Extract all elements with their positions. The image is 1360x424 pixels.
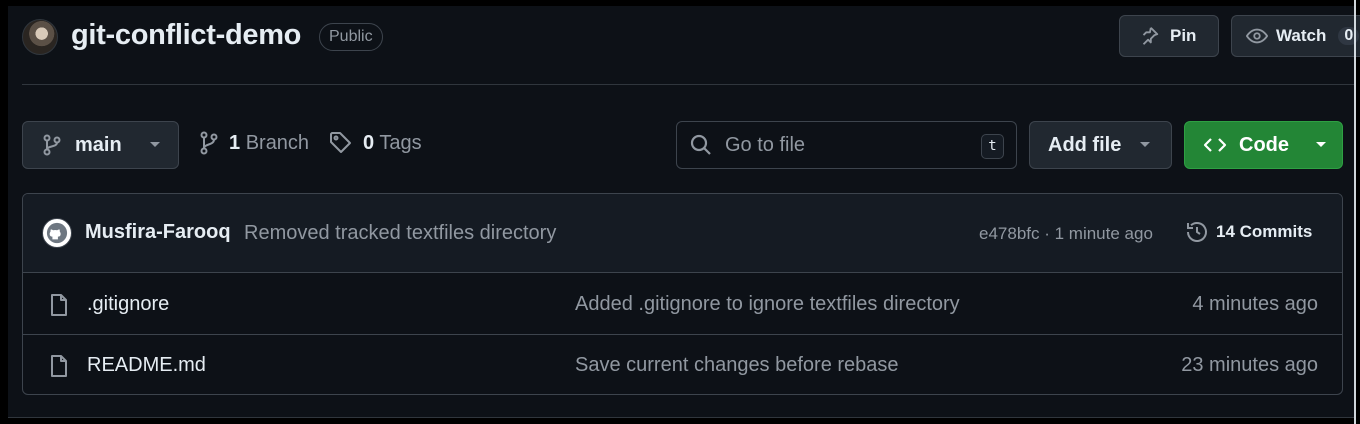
file-row[interactable]: .gitignore Added .gitignore to ignore te… (23, 274, 1342, 335)
eye-icon (1246, 28, 1268, 44)
file-icon (51, 355, 67, 377)
branch-count: 1 (229, 131, 241, 154)
add-file-button[interactable]: Add file (1029, 121, 1172, 169)
go-to-file-input[interactable]: Go to file t (676, 121, 1017, 169)
watch-count: 0 (1338, 27, 1360, 45)
window-edge (1354, 0, 1356, 424)
file-name[interactable]: README.md (87, 354, 206, 377)
branches-link[interactable]: 1 Branch (199, 131, 309, 155)
search-icon (690, 134, 711, 155)
commits-history-link[interactable]: 14 Commits (1185, 220, 1312, 244)
github-octocat-icon (46, 222, 68, 244)
visibility-badge: Public (319, 23, 383, 51)
tag-count: 0 (363, 131, 375, 154)
history-icon (1187, 222, 1207, 242)
branch-selector[interactable]: main (22, 121, 179, 169)
file-commit-message[interactable]: Save current changes before rebase (575, 354, 899, 377)
chevron-down-icon (149, 142, 160, 147)
keyboard-shortcut-hint: t (981, 134, 1004, 159)
chevron-down-icon (1316, 142, 1326, 147)
commit-author[interactable]: Musfira-Farooq (85, 221, 231, 244)
branch-name: main (75, 133, 122, 156)
owner-avatar[interactable] (22, 19, 58, 55)
code-button[interactable]: Code (1184, 121, 1343, 169)
branch-label: Branch (245, 131, 310, 154)
file-row[interactable]: README.md Save current changes before re… (23, 335, 1342, 394)
watch-button[interactable]: Watch 0 (1231, 15, 1360, 57)
author-avatar[interactable] (42, 218, 72, 248)
code-icon (1203, 138, 1227, 152)
tag-icon (330, 132, 351, 153)
tags-link[interactable]: 0 Tags (329, 131, 422, 155)
file-commit-message[interactable]: Added .gitignore to ignore textfiles dir… (575, 293, 960, 316)
tag-label: Tags (379, 131, 422, 154)
pin-icon (1142, 27, 1159, 45)
latest-commit-bar: Musfira-Farooq Removed tracked textfiles… (23, 194, 1342, 273)
commit-message[interactable]: Removed tracked textfiles directory (244, 222, 556, 245)
commits-label: 14 Commits (1216, 222, 1313, 241)
git-branch-icon (43, 134, 61, 156)
git-branch-icon (200, 131, 218, 155)
watch-label: Watch (1276, 26, 1327, 45)
pin-label: Pin (1170, 26, 1197, 45)
file-browser: Musfira-Farooq Removed tracked textfiles… (22, 193, 1343, 395)
repo-title[interactable]: git-conflict-demo (71, 19, 301, 52)
file-commit-time: 4 minutes ago (1192, 293, 1318, 315)
add-file-label: Add file (1048, 133, 1122, 156)
file-icon (51, 294, 67, 316)
commit-hash-time[interactable]: e478bfc · 1 minute ago (979, 224, 1153, 244)
file-commit-time: 23 minutes ago (1181, 354, 1318, 376)
code-label: Code (1239, 133, 1289, 156)
header-divider (22, 84, 1354, 85)
search-placeholder: Go to file (725, 133, 806, 156)
pin-button[interactable]: Pin (1119, 15, 1219, 57)
file-name[interactable]: .gitignore (87, 293, 169, 316)
chevron-down-icon (1140, 142, 1151, 147)
